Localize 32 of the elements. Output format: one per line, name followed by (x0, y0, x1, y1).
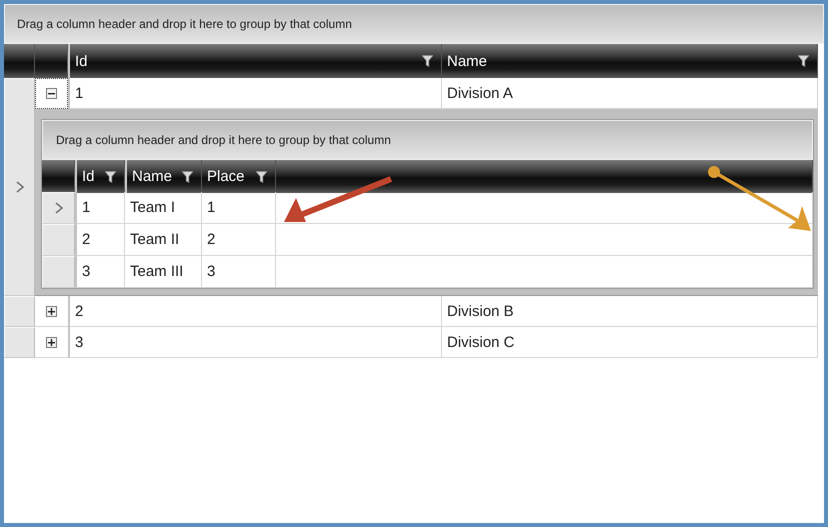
filter-icon (798, 55, 809, 67)
filter-icon (182, 170, 193, 182)
table-cell: 1 (82, 199, 90, 216)
table-cell: Team I (130, 199, 176, 216)
minus-icon (48, 90, 55, 97)
table-cell: 3 (207, 263, 216, 280)
table-cell: 3 (75, 334, 84, 350)
table-cell: 3 (82, 263, 90, 280)
group-panel: Drag a column header and drop it here to group by that column (42, 120, 813, 160)
table-cell: Division C (447, 334, 515, 350)
plus-icon (48, 338, 55, 346)
table-cell: Division A (447, 84, 513, 102)
filter-icon (105, 170, 116, 182)
expander-button[interactable] (46, 336, 57, 348)
column-header[interactable]: Name (447, 52, 488, 70)
filter-icon (422, 55, 433, 67)
expander-button[interactable] (46, 306, 57, 316)
table-cell: 1 (75, 84, 84, 102)
table-cell: 2 (75, 302, 84, 320)
table-cell: Team III (130, 263, 184, 280)
plus-icon (48, 308, 55, 314)
group-panel: Drag a column header and drop it here to group by that column (4, 4, 824, 44)
table-cell: 2 (207, 231, 216, 248)
table-cell: Division B (447, 302, 514, 320)
expander-button[interactable] (46, 88, 57, 99)
table-cell: 1 (207, 199, 216, 216)
filter-icon (256, 170, 267, 182)
table-cell: Team II (130, 231, 180, 248)
column-header[interactable]: Id (75, 52, 88, 70)
header-cell (4, 44, 35, 78)
table-cell: 2 (82, 231, 90, 248)
column-header[interactable]: Id (82, 168, 95, 185)
